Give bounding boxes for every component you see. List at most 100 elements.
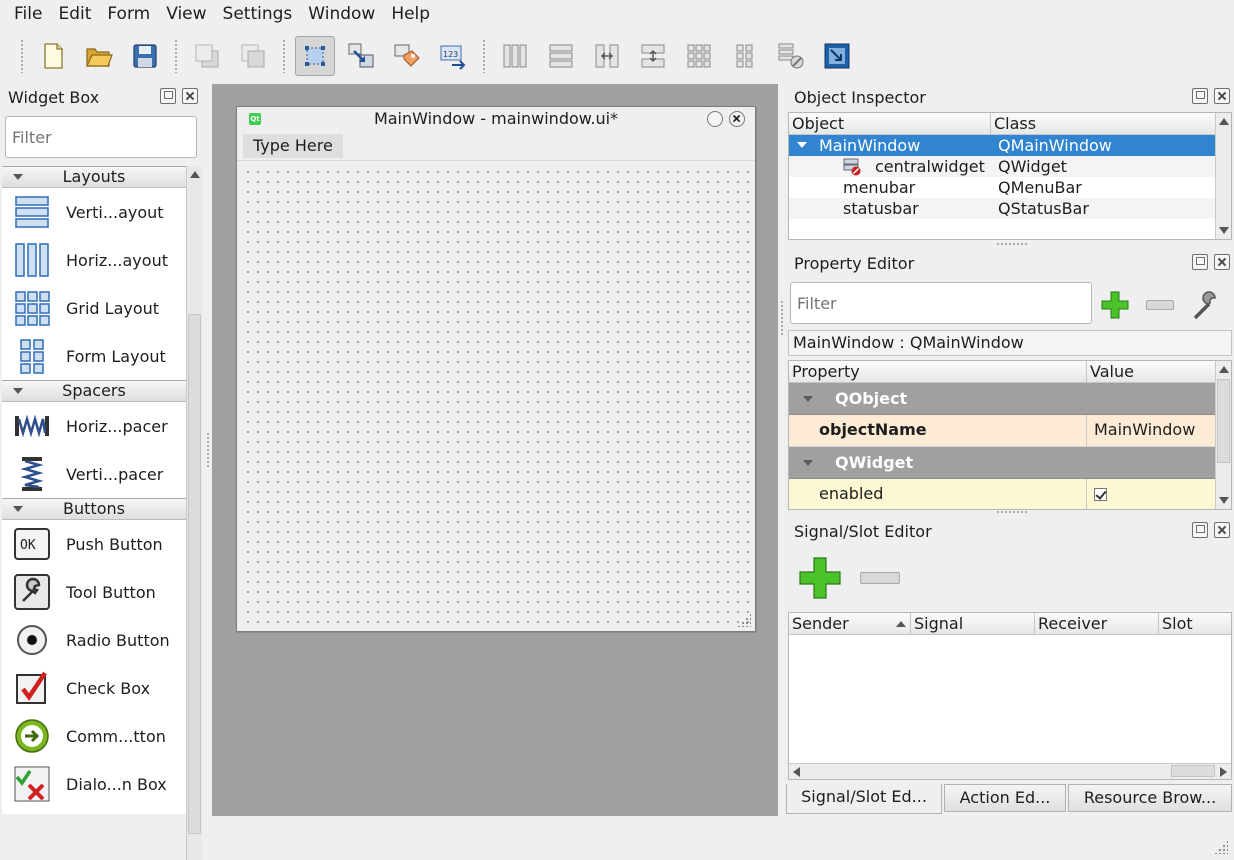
scroll-down-icon[interactable] — [1219, 227, 1229, 234]
widget-item-grid-layout[interactable]: Grid Layout — [2, 284, 186, 332]
column-header-receiver[interactable]: Receiver — [1035, 613, 1159, 634]
remove-property-icon[interactable] — [1146, 300, 1174, 310]
close-icon[interactable] — [1214, 522, 1230, 538]
scroll-up-icon[interactable] — [1219, 118, 1229, 125]
menu-edit[interactable]: Edit — [50, 0, 99, 28]
break-layout-icon[interactable] — [771, 36, 811, 76]
edit-signals-slots-icon[interactable] — [341, 36, 381, 76]
column-header-property[interactable]: Property — [789, 361, 1087, 382]
widget-item-horizontal-layout[interactable]: Horiz...ayout — [2, 236, 186, 284]
form-canvas[interactable] — [239, 163, 753, 629]
layout-vertical-splitter-icon[interactable] — [633, 36, 673, 76]
scroll-up-icon[interactable] — [190, 171, 200, 178]
property-filter-input[interactable] — [790, 282, 1092, 324]
widget-item-horizontal-spacer[interactable]: Horiz...pacer — [2, 402, 186, 450]
tree-row-centralwidget[interactable]: centralwidget QWidget — [789, 156, 1217, 177]
menu-form[interactable]: Form — [99, 0, 158, 28]
widget-item-command-link-button[interactable]: Comm...tton — [2, 712, 186, 760]
scroll-up-icon[interactable] — [1219, 366, 1229, 373]
edit-buddies-icon[interactable] — [387, 36, 427, 76]
widget-item-radio-button[interactable]: Radio Button — [2, 616, 186, 664]
window-resize-grip-icon[interactable] — [1214, 840, 1228, 854]
property-group-qwidget[interactable]: QWidget — [789, 447, 1217, 479]
tree-row-mainwindow[interactable]: MainWindow QMainWindow — [789, 135, 1217, 156]
menu-help[interactable]: Help — [383, 0, 438, 28]
menu-window[interactable]: Window — [300, 0, 383, 28]
remove-connection-icon[interactable] — [860, 572, 900, 584]
collapse-arrow-icon[interactable] — [13, 174, 23, 180]
widget-filter-input[interactable] — [5, 116, 197, 158]
column-header-object[interactable]: Object — [789, 113, 991, 134]
type-here-menu[interactable]: Type Here — [243, 133, 343, 158]
widget-item-dialog-button-box[interactable]: Dialo...n Box — [2, 760, 186, 808]
menu-view[interactable]: View — [158, 0, 214, 28]
tree-row-menubar[interactable]: menubar QMenuBar — [789, 177, 1217, 198]
toolbar-grip[interactable] — [20, 39, 24, 73]
scrollbar-thumb[interactable] — [1171, 765, 1215, 777]
property-row-objectname[interactable]: objectName MainWindow — [789, 415, 1217, 447]
tab-action-editor[interactable]: Action Ed... — [944, 784, 1066, 812]
float-icon[interactable] — [1192, 522, 1208, 538]
edit-widgets-icon[interactable] — [295, 36, 335, 76]
float-icon[interactable] — [1192, 254, 1208, 270]
tab-resource-browser[interactable]: Resource Brow... — [1068, 784, 1232, 812]
scroll-down-icon[interactable] — [1219, 497, 1229, 504]
expand-arrow-icon[interactable] — [803, 396, 813, 402]
bring-to-front-icon[interactable] — [233, 36, 273, 76]
form-window[interactable]: Qt MainWindow - mainwindow.ui* Type Here — [236, 106, 756, 632]
category-layouts[interactable]: Layouts — [2, 166, 186, 188]
enabled-checkbox[interactable] — [1094, 488, 1107, 501]
splitter-handle[interactable] — [780, 300, 784, 336]
widget-item-tool-button[interactable]: Tool Button — [2, 568, 186, 616]
tree-row-statusbar[interactable]: statusbar QStatusBar — [789, 198, 1217, 219]
column-header-sender[interactable]: Sender — [789, 613, 911, 634]
add-connection-icon[interactable] — [798, 556, 842, 600]
property-row-enabled[interactable]: enabled — [789, 479, 1217, 509]
category-spacers[interactable]: Spacers — [2, 380, 186, 402]
widget-item-vertical-spacer[interactable]: Verti...pacer — [2, 450, 186, 498]
menu-file[interactable]: File — [6, 0, 50, 28]
send-to-back-icon[interactable] — [187, 36, 227, 76]
new-file-icon[interactable] — [33, 36, 73, 76]
column-header-signal[interactable]: Signal — [911, 613, 1035, 634]
collapse-arrow-icon[interactable] — [13, 506, 23, 512]
layout-grid-icon[interactable] — [679, 36, 719, 76]
splitter-handle[interactable] — [206, 432, 210, 468]
widget-item-check-box[interactable]: Check Box — [2, 664, 186, 712]
property-table-scrollbar[interactable] — [1215, 361, 1231, 509]
connections-hscrollbar[interactable] — [789, 763, 1231, 779]
widget-box-scrollbar[interactable] — [186, 166, 202, 860]
property-value[interactable]: MainWindow — [1087, 415, 1217, 447]
configure-wrench-icon[interactable] — [1190, 290, 1222, 322]
splitter-handle[interactable] — [996, 510, 1028, 514]
float-icon[interactable] — [160, 88, 176, 104]
edit-tab-order-icon[interactable]: 123 — [433, 36, 473, 76]
form-titlebar[interactable]: Qt MainWindow - mainwindow.ui* — [237, 107, 755, 131]
splitter-handle[interactable] — [996, 242, 1028, 246]
layout-horizontal-icon[interactable] — [495, 36, 535, 76]
close-icon[interactable] — [1214, 88, 1230, 104]
layout-form-icon[interactable] — [725, 36, 765, 76]
layout-vertical-icon[interactable] — [541, 36, 581, 76]
column-header-class[interactable]: Class — [991, 113, 1217, 134]
adjust-size-icon[interactable] — [817, 36, 857, 76]
float-icon[interactable] — [1192, 88, 1208, 104]
maximize-icon[interactable] — [707, 111, 723, 127]
add-property-icon[interactable] — [1100, 290, 1130, 320]
column-header-slot[interactable]: Slot — [1159, 613, 1231, 634]
tab-signal-slot-editor[interactable]: Signal/Slot Ed... — [786, 784, 942, 814]
object-tree-scrollbar[interactable] — [1215, 113, 1231, 239]
collapse-arrow-icon[interactable] — [13, 388, 23, 394]
menu-settings[interactable]: Settings — [215, 0, 301, 28]
close-icon[interactable] — [1214, 254, 1230, 270]
category-buttons[interactable]: Buttons — [2, 498, 186, 520]
save-icon[interactable] — [125, 36, 165, 76]
scroll-right-icon[interactable] — [1220, 767, 1227, 777]
layout-horizontal-splitter-icon[interactable] — [587, 36, 627, 76]
widget-item-form-layout[interactable]: Form Layout — [2, 332, 186, 380]
close-icon[interactable] — [182, 88, 198, 104]
property-group-qobject[interactable]: QObject — [789, 383, 1217, 415]
column-header-value[interactable]: Value — [1087, 361, 1217, 382]
scrollbar-thumb[interactable] — [188, 314, 201, 834]
expand-arrow-icon[interactable] — [797, 142, 807, 148]
